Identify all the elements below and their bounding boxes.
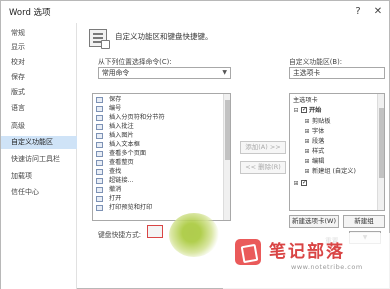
commands-list[interactable]: 保存 编号 插入分页符和分节符 插入批注 插入图片 插入文本框 查看多个页面 查… bbox=[92, 93, 231, 221]
chevron-down-icon: ▼ bbox=[222, 69, 227, 76]
ribbon-tree[interactable]: 主选项卡 ⊟ 开始 ⊞ 剪贴板 ⊞ 字体 ⊞ 段落 ⊞ 样式 bbox=[289, 93, 385, 211]
tree-item-paragraph[interactable]: ⊞ 段落 bbox=[304, 137, 324, 146]
open-folder-icon bbox=[96, 196, 103, 202]
list-item[interactable]: 打开 bbox=[93, 195, 225, 204]
watermark-text: 笔记部落 bbox=[269, 242, 345, 262]
sidebar-item-language[interactable]: 语言 bbox=[1, 102, 77, 115]
sidebar-item-customize-ribbon[interactable]: 自定义功能区 bbox=[1, 136, 77, 149]
expand-icon[interactable]: ⊞ bbox=[304, 157, 310, 166]
customize-ribbon-icon bbox=[89, 29, 110, 49]
new-group-button[interactable]: 新建组 bbox=[343, 215, 385, 228]
tree-item-clipboard[interactable]: ⊞ 剪贴板 bbox=[304, 117, 330, 126]
save-icon bbox=[96, 97, 103, 103]
whole-page-icon bbox=[96, 160, 103, 166]
new-tab-button[interactable]: 新建选项卡(W) bbox=[289, 215, 339, 228]
find-icon bbox=[96, 169, 103, 175]
sidebar-item-layout[interactable]: 版式 bbox=[1, 86, 77, 99]
tree-item-home[interactable]: ⊟ 开始 bbox=[293, 105, 321, 115]
list-item[interactable]: 插入批注 bbox=[93, 123, 225, 132]
expand-icon[interactable]: ⊞ bbox=[304, 117, 310, 126]
ribbon-tabs-value: 主选项卡 bbox=[293, 69, 321, 77]
watermark-url: www.notetribe.com bbox=[291, 263, 363, 271]
list-item[interactable]: 撤消 bbox=[93, 186, 225, 195]
checkbox[interactable] bbox=[300, 105, 307, 114]
list-item[interactable]: 插入图片 bbox=[93, 132, 225, 141]
list-item[interactable]: 查看多个页面 bbox=[93, 150, 225, 159]
sidebar-item-general[interactable]: 常规 bbox=[1, 27, 77, 40]
notebook-logo-icon bbox=[235, 239, 261, 265]
tree-item-new-group[interactable]: ⊞ 新建组 (自定义) bbox=[304, 167, 355, 176]
list-item[interactable]: 打印预览和打印 bbox=[93, 204, 225, 213]
commands-scrollbar[interactable] bbox=[223, 94, 230, 220]
expand-icon[interactable]: ⊞ bbox=[304, 127, 310, 136]
expand-icon[interactable]: ⊞ bbox=[293, 179, 299, 188]
help-button[interactable]: ? bbox=[351, 5, 365, 19]
options-sidebar: 常规 显示 校对 保存 版式 语言 高级 自定义功能区 快速访问工具栏 加载项 … bbox=[1, 23, 77, 289]
title-bar: Word 选项 ? ✕ bbox=[1, 1, 389, 23]
scroll-thumb[interactable] bbox=[379, 108, 384, 178]
picture-icon bbox=[96, 133, 103, 139]
close-button[interactable]: ✕ bbox=[371, 5, 385, 19]
list-item[interactable]: 插入分页符和分节符 bbox=[93, 114, 225, 123]
comment-icon bbox=[96, 124, 103, 130]
expand-icon[interactable]: ⊞ bbox=[304, 167, 310, 176]
print-preview-icon bbox=[96, 205, 103, 211]
tree-item-editing[interactable]: ⊞ 编辑 bbox=[304, 157, 324, 166]
expand-icon[interactable]: ⊞ bbox=[304, 147, 310, 156]
list-item[interactable]: 编号 bbox=[93, 105, 225, 114]
sidebar-item-quick-access-toolbar[interactable]: 快速访问工具栏 bbox=[1, 153, 77, 166]
expand-icon[interactable]: ⊞ bbox=[304, 137, 310, 146]
sidebar-item-advanced[interactable]: 高级 bbox=[1, 120, 77, 133]
remove-button[interactable]: << 删除(R) bbox=[240, 161, 286, 174]
list-item[interactable]: 保存 bbox=[93, 96, 225, 105]
ribbon-tabs-dropdown[interactable]: 主选项卡 bbox=[289, 67, 385, 79]
numbering-icon bbox=[96, 106, 103, 112]
hyperlink-icon bbox=[96, 178, 103, 184]
sidebar-item-save[interactable]: 保存 bbox=[1, 71, 77, 84]
customize-ribbon-label: 自定义功能区(B): bbox=[289, 58, 343, 66]
tree-item-styles[interactable]: ⊞ 样式 bbox=[304, 147, 324, 156]
tree-item-collapsed-tab[interactable]: ⊞ bbox=[293, 178, 307, 188]
choose-commands-value: 常用命令 bbox=[102, 69, 130, 77]
list-item[interactable]: 插入文本框 bbox=[93, 141, 225, 150]
window-title: Word 选项 bbox=[9, 8, 51, 18]
page-break-icon bbox=[96, 115, 103, 121]
text-box-icon bbox=[96, 142, 103, 148]
customize-keyboard-button[interactable] bbox=[147, 225, 163, 238]
sidebar-item-display[interactable]: 显示 bbox=[1, 41, 77, 54]
undo-icon bbox=[96, 187, 103, 193]
list-item[interactable]: 查找 bbox=[93, 168, 225, 177]
scroll-thumb[interactable] bbox=[225, 100, 230, 160]
checkbox[interactable] bbox=[300, 178, 307, 187]
add-button[interactable]: 添加(A) >> bbox=[240, 141, 286, 154]
tree-item-font[interactable]: ⊞ 字体 bbox=[304, 127, 324, 136]
sidebar-item-add-ins[interactable]: 加载项 bbox=[1, 170, 77, 183]
keyboard-shortcuts-label: 键盘快捷方式: bbox=[98, 231, 142, 239]
sidebar-item-proofing[interactable]: 校对 bbox=[1, 56, 77, 69]
list-item[interactable]: 超链接... bbox=[93, 177, 225, 186]
sidebar-item-trust-center[interactable]: 信任中心 bbox=[1, 186, 77, 199]
list-item[interactable]: 查看整页 bbox=[93, 159, 225, 168]
green-blot bbox=[169, 213, 219, 257]
tree-header: 主选项卡 bbox=[293, 97, 318, 104]
collapse-icon[interactable]: ⊟ bbox=[293, 106, 299, 115]
choose-commands-dropdown[interactable]: 常用命令 ▼ bbox=[98, 67, 231, 79]
ribbon-tree-scrollbar[interactable] bbox=[377, 94, 384, 210]
multiple-pages-icon bbox=[96, 151, 103, 157]
panel-heading: 自定义功能区和键盘快捷键。 bbox=[115, 32, 213, 41]
word-options-dialog: Word 选项 ? ✕ 常规 显示 校对 保存 版式 语言 高级 自定义功能区 … bbox=[0, 0, 390, 289]
choose-commands-label: 从下列位置选择命令(C): bbox=[98, 58, 172, 66]
